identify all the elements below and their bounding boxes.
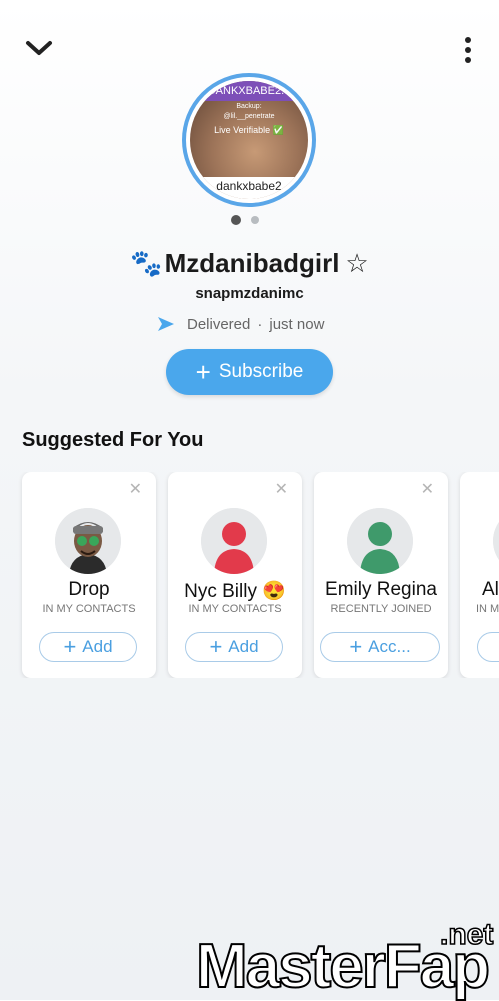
avatar-backup-text: Backup: [236,103,262,110]
default-avatar [493,508,499,574]
display-name-text: Mzdanibadgirl [164,248,340,278]
suggested-carousel[interactable]: ✕ Drop IN MY CONTACTS + Add ✕ Nyc Billy … [0,472,499,678]
display-name: 🐾Mzdanibadgirl ☆ [0,248,499,279]
add-label: Add [82,637,113,656]
suggestion-card-drop[interactable]: ✕ Drop IN MY CONTACTS + Add [22,472,156,678]
accept-label: Acc... [368,637,411,656]
watermark: MasterFap .net [195,919,494,999]
dismiss-icon[interactable]: ✕ [275,482,288,498]
subscribe-button[interactable]: + Subscribe [166,349,333,395]
suggestion-subtitle: IN M [476,603,499,615]
suggestion-name: Nyc Billy 😍 [184,581,286,602]
subscribe-label: Subscribe [218,361,304,382]
dismiss-icon[interactable]: ✕ [421,482,434,498]
avatar-banner-text: DANKXBABE2.0 [190,81,308,101]
suggestion-name: Drop [68,579,110,600]
profile-avatar[interactable]: DANKXBABE2.0 Backup: @lil.__penetrate Li… [182,73,316,207]
suggestion-name: Al [482,579,499,600]
plus-icon: + [209,634,223,659]
accept-friend-button[interactable]: + Acc... [320,632,440,662]
suggestion-card-emily-regina[interactable]: ✕ Emily Regina RECENTLY JOINED + Acc... [314,472,448,678]
avatar-bottom-text: dankxbabe2 [190,177,308,199]
avatar-handle-text: @lil.__penetrate [223,113,275,120]
plus-icon: + [63,634,77,659]
suggestion-subtitle: RECENTLY JOINED [330,603,432,615]
add-friend-button[interactable]: + Add [185,632,283,662]
suggestion-subtitle: IN MY CONTACTS [188,603,282,615]
add-friend-button[interactable]: + Add [39,632,137,662]
delivery-status: Delivered · just now [157,313,324,335]
dismiss-icon[interactable]: ✕ [129,482,142,498]
suggestion-card-partial[interactable]: Al IN M [460,472,499,678]
status-time: just now [269,315,325,333]
page-dot [251,216,259,224]
plus-icon: + [349,634,363,659]
suggestion-card-nyc-billy[interactable]: ✕ Nyc Billy 😍 IN MY CONTACTS + Add [168,472,302,678]
add-label: Add [228,637,259,656]
page-dot-active [231,215,241,225]
delivered-arrow-icon [158,317,174,331]
avatar-live-text: Live Verifiable ✅ [214,125,284,135]
star-icon: ☆ [345,248,369,278]
bitmoji-avatar [55,508,121,574]
add-friend-button[interactable] [477,632,499,662]
plus-icon: + [195,357,211,387]
watermark-suffix: .net [439,918,494,951]
status-text: Delivered [187,315,251,333]
paw-emoji: 🐾 [130,248,163,278]
profile-photo: DANKXBABE2.0 Backup: @lil.__penetrate Li… [190,81,308,199]
suggestion-subtitle: IN MY CONTACTS [42,603,136,615]
page-indicator [231,215,267,225]
suggested-title: Suggested For You [22,429,204,451]
suggestion-name: Emily Regina [325,579,437,600]
username: snapmzdanimc [195,285,304,302]
chevron-down-icon[interactable] [24,36,54,60]
more-vertical-icon[interactable] [459,36,477,66]
status-separator: · [257,315,263,333]
red-default-avatar [201,508,267,574]
green-default-avatar [347,508,413,574]
